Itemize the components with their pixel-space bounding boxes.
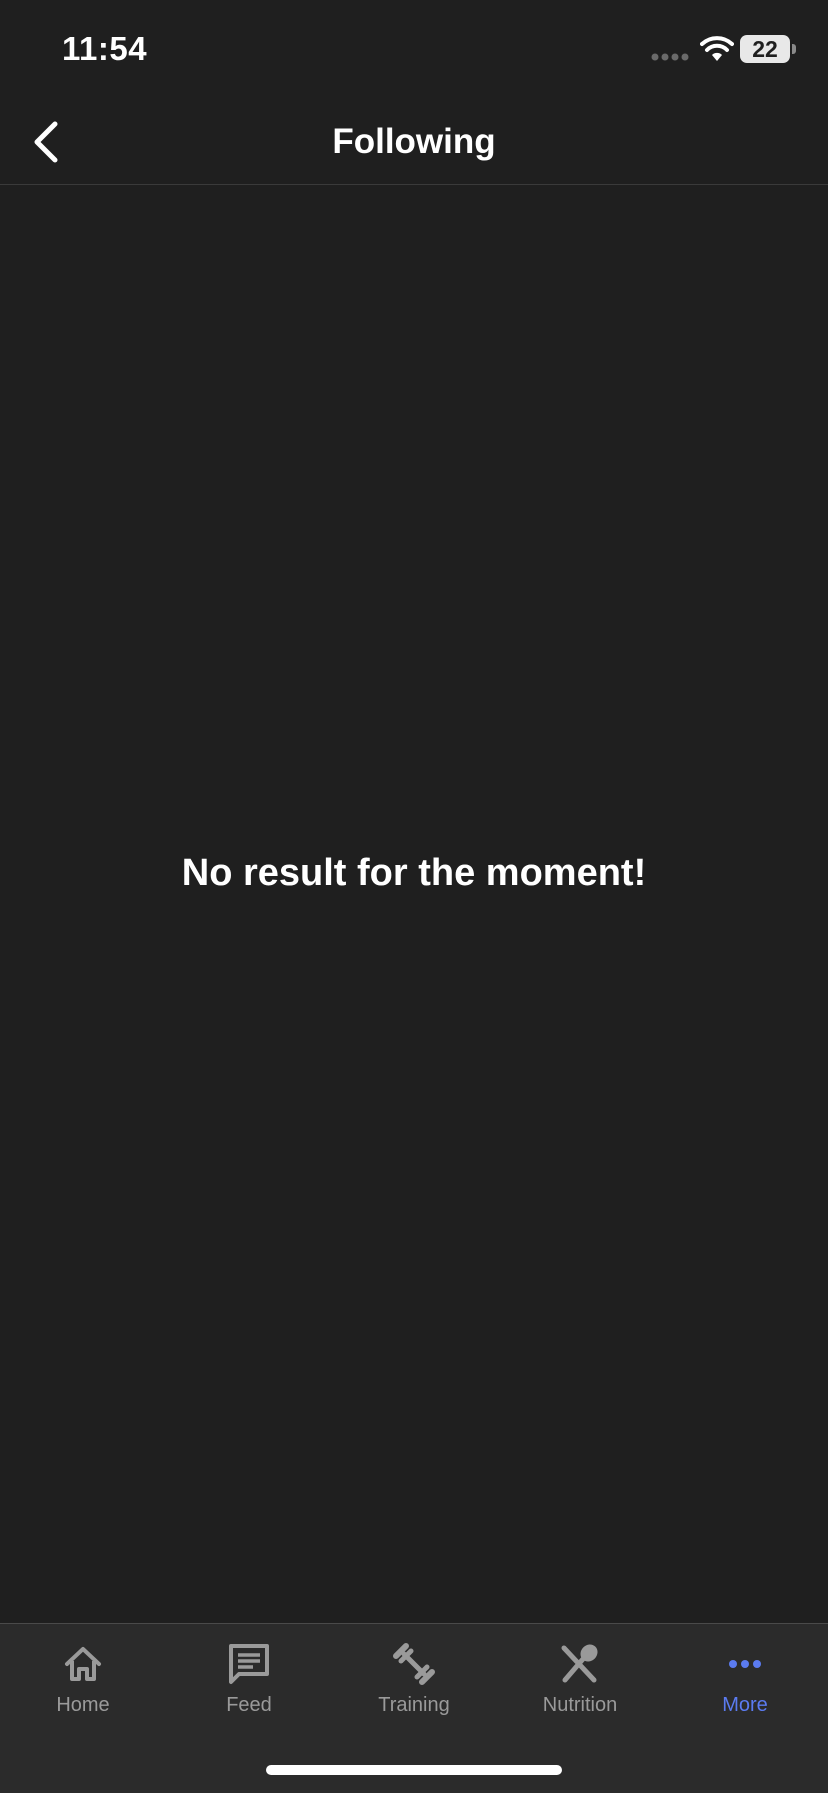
wifi-icon	[700, 36, 734, 61]
tab-label: Home	[56, 1694, 110, 1716]
tab-feed[interactable]: Feed	[166, 1642, 332, 1742]
tab-label: Nutrition	[542, 1694, 618, 1716]
dumbbell-icon	[393, 1643, 435, 1685]
battery-tip	[792, 44, 796, 54]
status-bar: 11:54 22	[0, 0, 828, 100]
more-icon	[729, 1660, 761, 1668]
utensils-icon	[561, 1644, 598, 1683]
home-icon	[65, 1647, 101, 1681]
home-indicator	[266, 1765, 562, 1775]
battery-icon: 22	[740, 35, 796, 63]
tab-label: Training	[378, 1694, 450, 1716]
tab-training[interactable]: Training	[331, 1642, 497, 1742]
empty-state-message: No result for the moment!	[181, 852, 647, 894]
tab-label: More	[722, 1694, 768, 1716]
tab-nutrition[interactable]: Nutrition	[497, 1642, 663, 1742]
status-time: 11:54	[62, 30, 148, 67]
cellular-signal-icon	[651, 53, 689, 61]
page-title: Following	[332, 122, 496, 161]
tab-label: Feed	[226, 1694, 272, 1716]
tab-more[interactable]: More	[662, 1642, 828, 1742]
tab-home[interactable]: Home	[0, 1642, 166, 1742]
back-button[interactable]	[16, 112, 76, 172]
chevron-left-icon	[34, 121, 58, 163]
feed-icon	[229, 1644, 269, 1684]
navigation-bar: Following	[0, 100, 828, 185]
battery-level: 22	[752, 36, 778, 62]
